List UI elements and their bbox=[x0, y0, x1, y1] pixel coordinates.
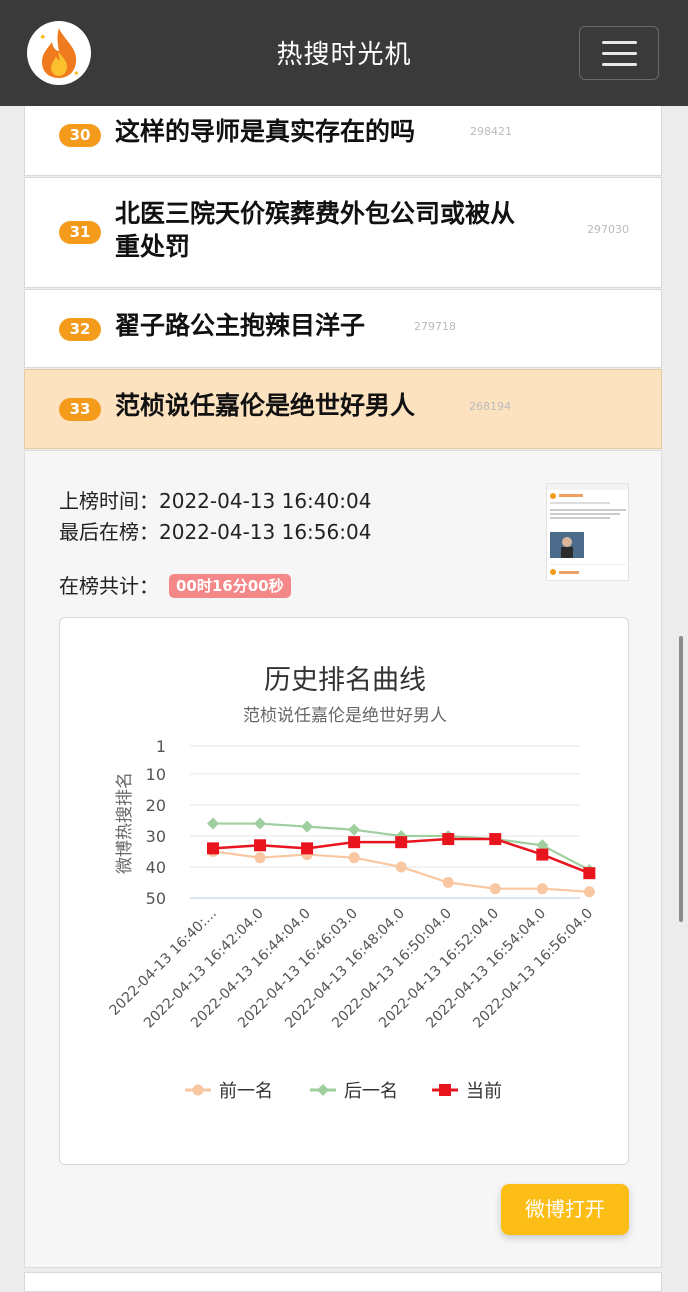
data-point bbox=[348, 836, 361, 849]
data-point bbox=[489, 883, 501, 895]
rank-badge: 32 bbox=[59, 318, 101, 341]
y-tick-label: 50 bbox=[146, 889, 166, 908]
item-title-line: 北医三院天价殡葬费外包公司或被从 bbox=[115, 199, 516, 228]
chart-title: 历史排名曲线 bbox=[264, 665, 426, 696]
item-title-line: 重处罚 bbox=[115, 232, 191, 261]
heat-count: 279718 bbox=[414, 320, 456, 333]
duration-badge: 00时16分00秒 bbox=[169, 574, 291, 598]
legend-item[interactable]: 前一名 bbox=[219, 1081, 273, 1102]
list-item[interactable]: 32 翟子路公主抱辣目洋子 279718 bbox=[24, 289, 662, 368]
y-tick-label: 10 bbox=[146, 765, 166, 784]
detail-panel: 上榜时间：2022-04-13 16:40:04 最后在榜：2022-04-13… bbox=[24, 450, 662, 1268]
rank-badge: 33 bbox=[59, 398, 101, 421]
heat-count: 298421 bbox=[470, 125, 512, 138]
y-tick-label: 20 bbox=[146, 796, 166, 815]
first-on-value: 2022-04-13 16:40:04 bbox=[159, 489, 372, 513]
chart-canvas: 历史排名曲线 范桢说任嘉伦是绝世好男人 微博热搜排名 11020304050 2… bbox=[107, 665, 597, 1102]
top-navbar: ✦ ✦ 热搜时光机 bbox=[0, 0, 688, 106]
hamburger-menu-button[interactable] bbox=[579, 26, 659, 80]
data-point bbox=[301, 820, 314, 833]
last-on-line: 最后在榜：2022-04-13 16:56:04 bbox=[59, 516, 371, 545]
data-point bbox=[207, 817, 219, 830]
data-point bbox=[536, 848, 549, 861]
data-point bbox=[254, 852, 266, 864]
heat-count: 297030 bbox=[587, 223, 629, 236]
data-point bbox=[348, 852, 360, 864]
item-title: 范桢说任嘉伦是绝世好男人 bbox=[115, 391, 416, 420]
hamburger-menu-icon bbox=[602, 41, 637, 44]
data-point bbox=[442, 876, 454, 888]
data-point bbox=[348, 823, 361, 836]
list-item[interactable]: 31 北医三院天价殡葬费外包公司或被从 重处罚 297030 bbox=[24, 177, 662, 288]
data-point bbox=[254, 839, 267, 852]
data-point bbox=[583, 867, 596, 880]
legend-item[interactable]: 当前 bbox=[466, 1081, 502, 1102]
item-title: 翟子路公主抱辣目洋子 bbox=[115, 311, 366, 340]
open-in-weibo-button[interactable]: 微博打开 bbox=[501, 1184, 629, 1235]
last-on-value: 2022-04-13 16:56:04 bbox=[159, 520, 372, 544]
next-list-item[interactable] bbox=[24, 1272, 662, 1292]
rank-history-chart: 历史排名曲线 范桢说任嘉伦是绝世好男人 微博热搜排名 1 10 20 30 40 50 2… bbox=[59, 617, 629, 1165]
chart-subtitle: 范桢说任嘉伦是绝世好男人 bbox=[243, 706, 447, 726]
hamburger-line bbox=[602, 52, 637, 55]
item-title: 北医三院天价殡葬费外包公司或被从 重处罚 bbox=[115, 197, 515, 263]
total-label: 在榜共计： bbox=[59, 574, 159, 598]
last-on-label: 最后在榜： bbox=[59, 520, 159, 544]
legend-marker bbox=[192, 1084, 204, 1096]
legend-marker bbox=[317, 1084, 329, 1096]
data-point bbox=[254, 817, 267, 830]
first-on-line: 上榜时间：2022-04-13 16:40:04 bbox=[59, 485, 371, 514]
y-axis-label: 微博热搜排名 bbox=[115, 772, 135, 874]
y-tick-label: 40 bbox=[146, 858, 166, 877]
hamburger-line bbox=[602, 63, 637, 66]
data-point bbox=[301, 842, 314, 855]
y-tick-label: 30 bbox=[146, 827, 166, 846]
data-point bbox=[489, 833, 502, 846]
scrollbar[interactable] bbox=[679, 636, 683, 922]
first-on-label: 上榜时间： bbox=[59, 489, 159, 513]
data-point bbox=[207, 842, 219, 855]
y-tick-label: 1 bbox=[156, 737, 166, 756]
rank-badge: 30 bbox=[59, 124, 101, 147]
heat-count: 268194 bbox=[469, 400, 511, 413]
item-title: 这样的导师是真实存在的吗 bbox=[115, 117, 416, 146]
weibo-screenshot-thumbnail[interactable] bbox=[546, 483, 629, 581]
legend-marker bbox=[439, 1084, 451, 1096]
data-point bbox=[583, 886, 595, 898]
data-point bbox=[395, 836, 408, 849]
legend-item[interactable]: 后一名 bbox=[344, 1081, 398, 1102]
rank-badge: 31 bbox=[59, 221, 101, 244]
data-point bbox=[442, 833, 455, 846]
list-item-selected[interactable]: 33 范桢说任嘉伦是绝世好男人 268194 bbox=[24, 369, 662, 449]
data-point bbox=[395, 861, 407, 873]
data-point bbox=[536, 883, 548, 895]
